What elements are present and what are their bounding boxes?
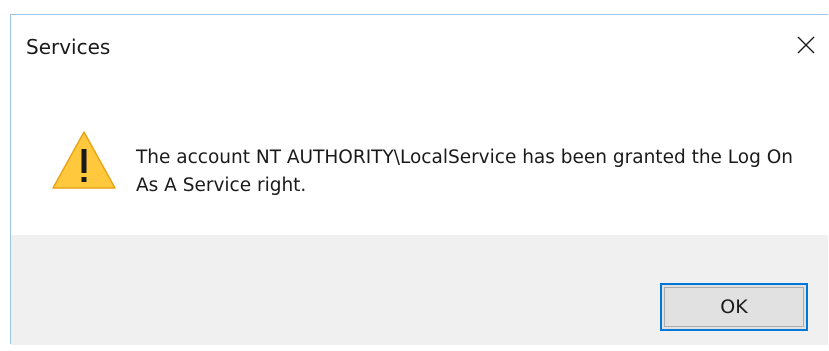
- close-button[interactable]: [788, 29, 824, 61]
- ok-button-label: OK: [720, 296, 748, 318]
- close-icon: [797, 36, 815, 54]
- dialog-content: The account NT AUTHORITY\LocalService ha…: [11, 79, 828, 235]
- ok-button[interactable]: OK: [660, 283, 808, 331]
- title-bar[interactable]: Services: [11, 15, 828, 79]
- dialog-message: The account NT AUTHORITY\LocalService ha…: [136, 147, 794, 196]
- dialog-title: Services: [26, 35, 111, 59]
- dialog-footer: OK: [11, 235, 828, 345]
- message-dialog: Services The account NT AUTHORITY\LocalS…: [10, 14, 828, 345]
- warning-icon: [52, 131, 116, 189]
